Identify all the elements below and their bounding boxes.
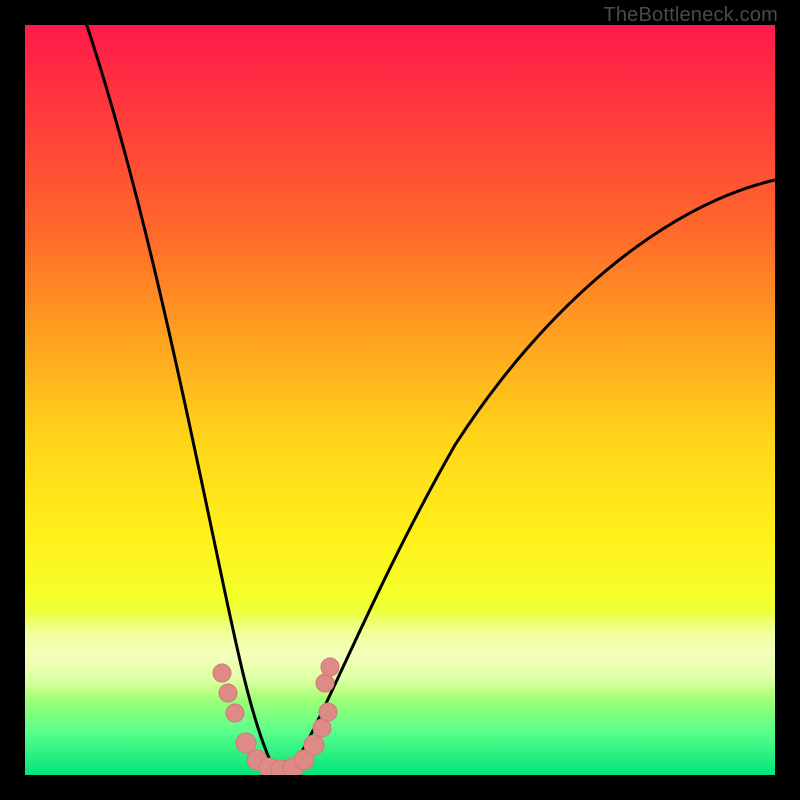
chart-frame: TheBottleneck.com (0, 0, 800, 800)
watermark-text: TheBottleneck.com (603, 4, 778, 27)
curve-layer (25, 25, 775, 775)
valley-markers (213, 658, 339, 775)
bottleneck-curve (80, 25, 775, 770)
plot-area (25, 25, 775, 775)
